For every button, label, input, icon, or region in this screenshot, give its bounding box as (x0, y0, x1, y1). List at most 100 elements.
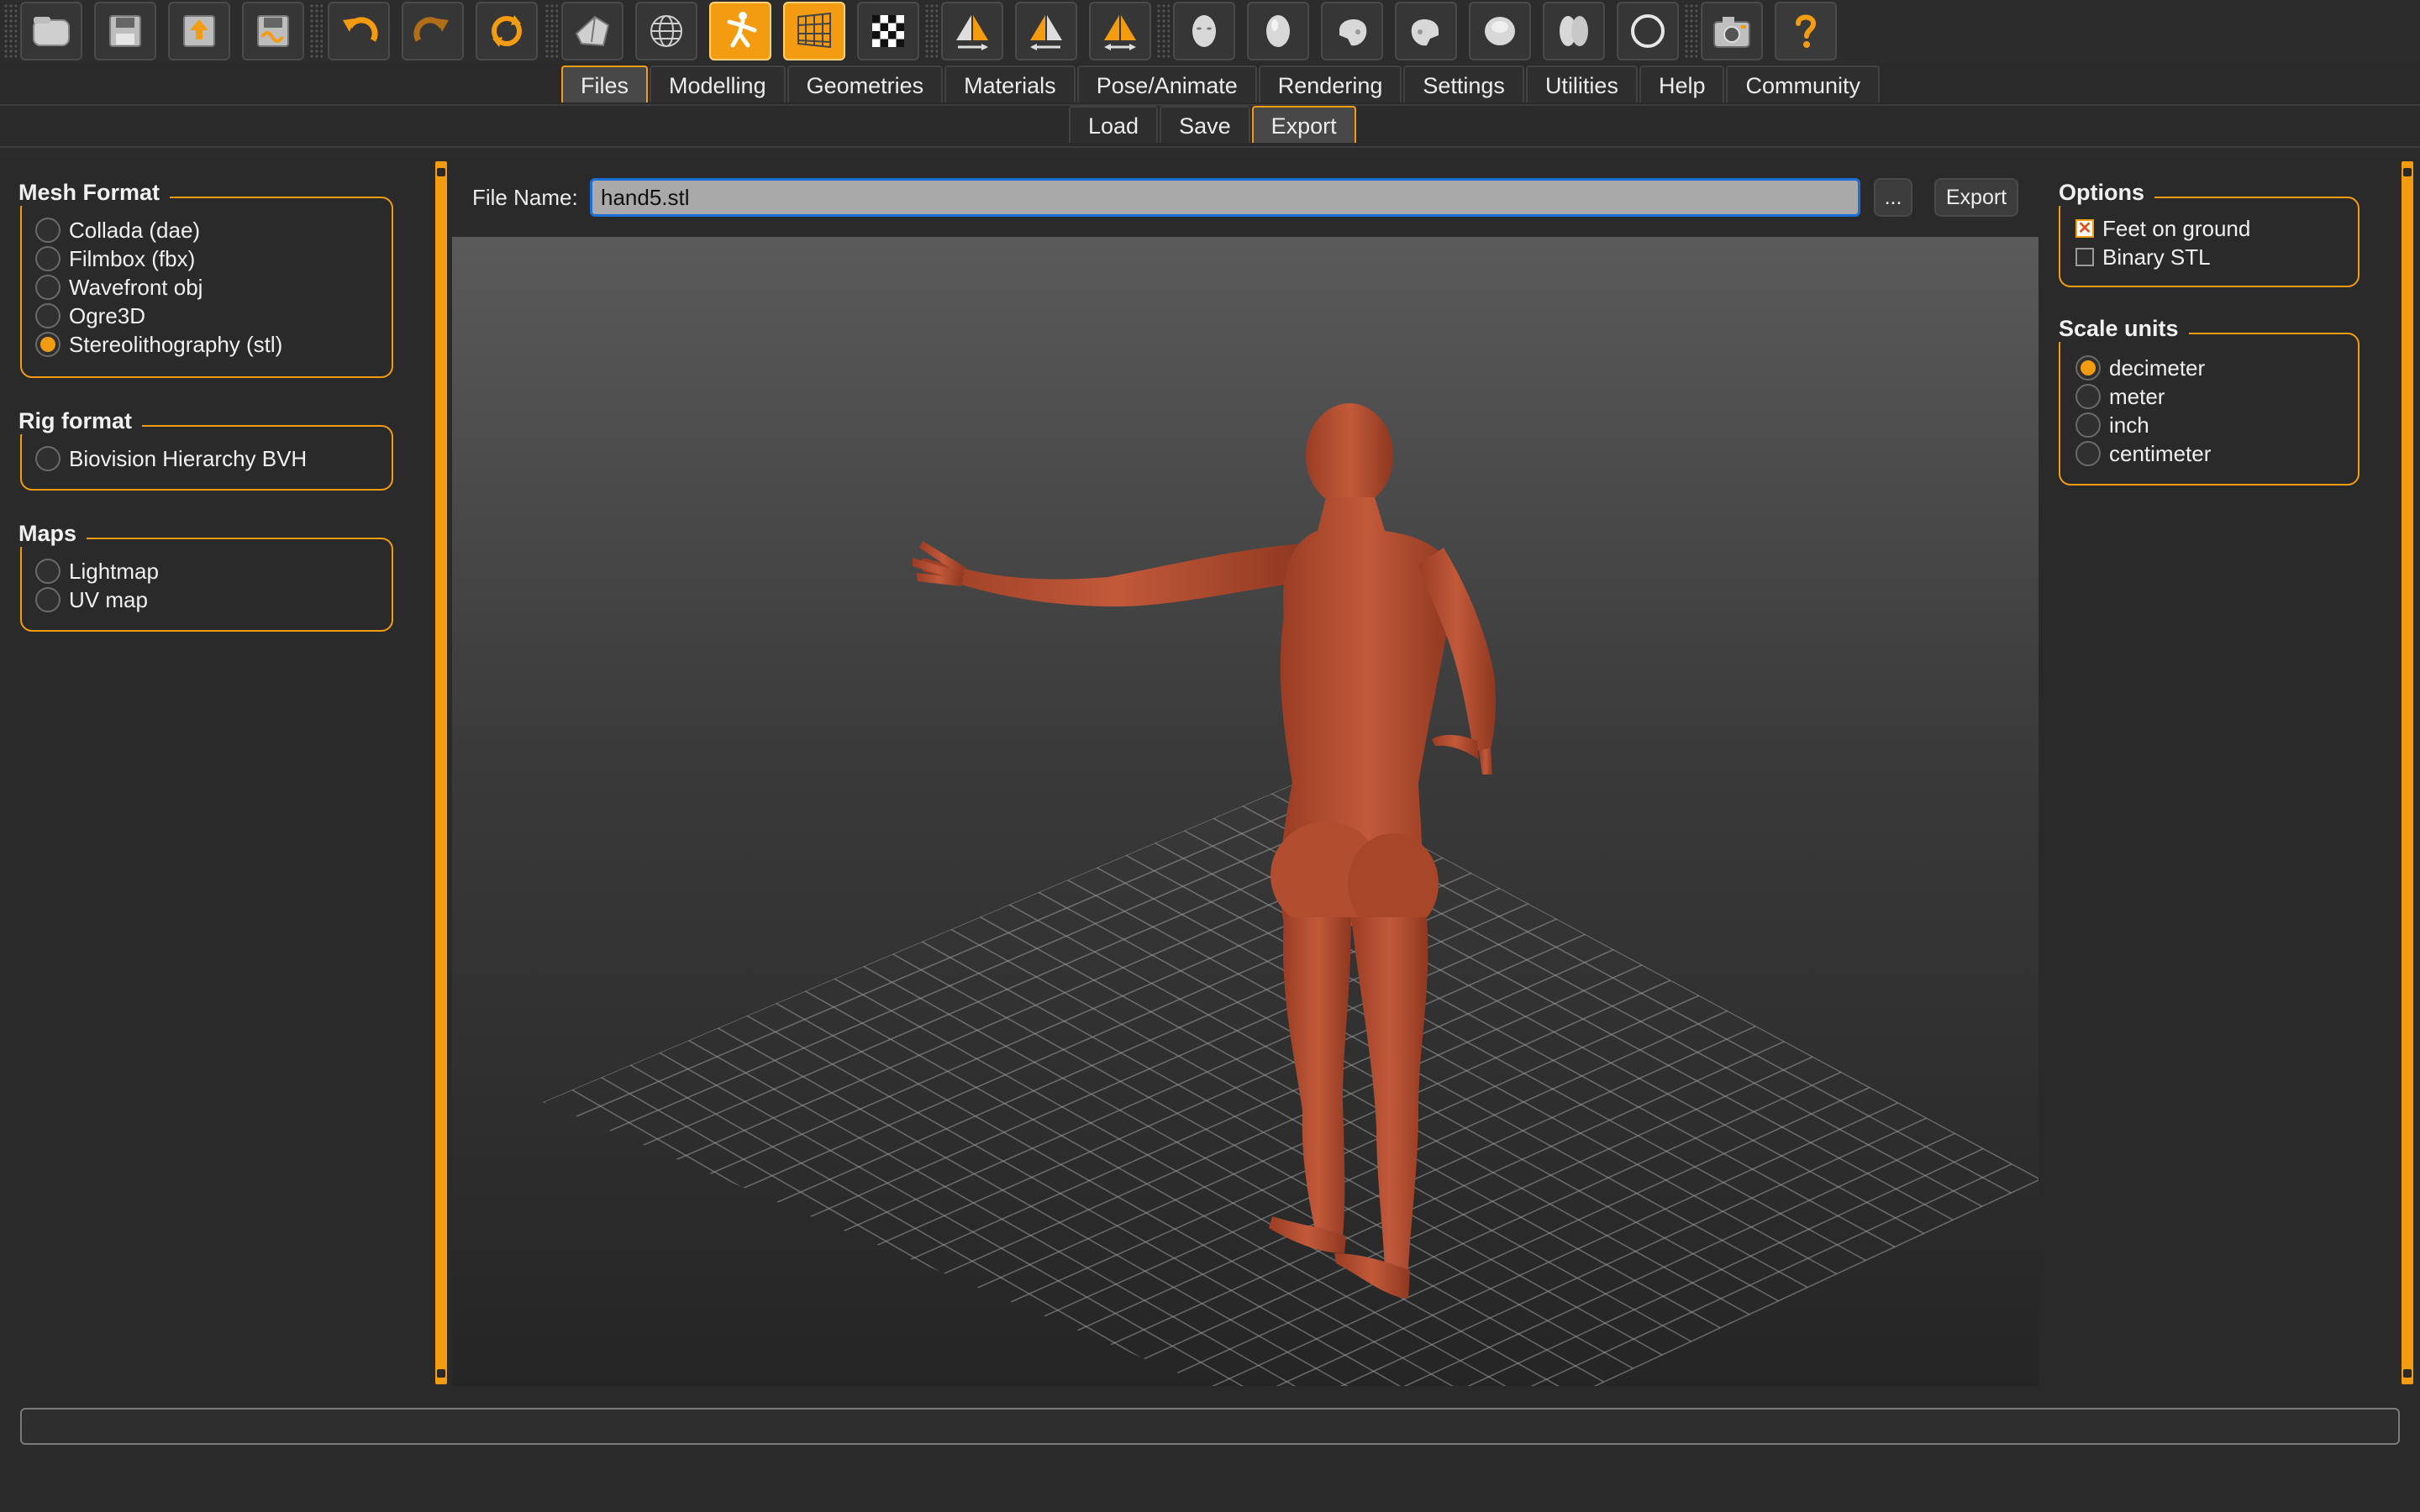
front-view-button[interactable] (1173, 2, 1235, 60)
symmetry-left-button[interactable] (1015, 2, 1077, 60)
pose-button[interactable] (709, 2, 771, 60)
map-option-lightmap[interactable]: Lightmap (35, 558, 159, 585)
mesh-option-collada[interactable]: Collada (dae) (35, 217, 200, 244)
toolbar-grip[interactable] (309, 3, 323, 59)
mesh-option-fbx[interactable]: Filmbox (fbx) (35, 245, 195, 272)
export-action-button[interactable]: Export (1934, 178, 2018, 217)
undo-icon (343, 17, 378, 42)
export-file-button[interactable] (242, 2, 304, 60)
top-view-icon (1485, 17, 1515, 45)
options-title: Options (2059, 180, 2154, 206)
toolbar-grip[interactable] (924, 3, 938, 59)
radio-button[interactable] (35, 446, 60, 471)
tab-pose-animate[interactable]: Pose/Animate (1076, 66, 1257, 102)
save-button[interactable] (94, 2, 156, 60)
file-name-label: File Name: (472, 185, 578, 210)
unit-option-decimeter[interactable]: decimeter (2075, 354, 2205, 381)
option-binary-stl[interactable]: Binary STL (2075, 244, 2211, 270)
right-view-button[interactable] (1395, 2, 1457, 60)
toolbar-grip[interactable] (1156, 3, 1170, 59)
mesh-option-ogre3d[interactable]: Ogre3D (35, 302, 145, 329)
background-grid-button[interactable] (783, 2, 845, 60)
tab-community[interactable]: Community (1726, 66, 1881, 102)
tab-geometries[interactable]: Geometries (786, 66, 944, 102)
radio-button[interactable] (35, 275, 60, 300)
toolbar-grip[interactable] (1684, 3, 1697, 59)
main-tab-bar: Files Modelling Geometries Materials Pos… (561, 66, 1881, 104)
subtabs-divider (0, 146, 2420, 160)
radio-button[interactable] (35, 303, 60, 328)
unit-option-centimeter[interactable]: centimeter (2075, 440, 2211, 467)
tab-modelling[interactable]: Modelling (650, 66, 786, 102)
redo-icon (413, 17, 449, 42)
redo-button[interactable] (402, 2, 464, 60)
option-feet-on-ground[interactable]: ✕ Feet on ground (2075, 215, 2250, 242)
reset-camera-icon (1631, 14, 1665, 48)
back-view-button[interactable] (1247, 2, 1309, 60)
splitter-handle (437, 168, 445, 176)
right-panel-splitter[interactable] (2402, 161, 2413, 1384)
top-view-button[interactable] (1469, 2, 1531, 60)
reset-icon (492, 15, 522, 47)
subtab-export[interactable]: Export (1251, 106, 1356, 143)
unit-option-inch[interactable]: inch (2075, 412, 2149, 438)
tab-materials[interactable]: Materials (944, 66, 1076, 102)
export-button[interactable] (168, 2, 230, 60)
option-label: UV map (69, 586, 148, 612)
toolbar-grip[interactable] (544, 3, 558, 59)
grid-line (1084, 1071, 1842, 1386)
toolbar-grip[interactable] (3, 3, 17, 59)
mesh-option-obj[interactable]: Wavefront obj (35, 274, 203, 301)
radio-button-selected[interactable] (2075, 355, 2101, 381)
radio-button-selected[interactable] (35, 332, 60, 357)
checkbox[interactable] (2075, 248, 2094, 266)
reset-camera-button[interactable] (1617, 2, 1679, 60)
checker-button[interactable] (857, 2, 919, 60)
wireframe-button[interactable] (635, 2, 697, 60)
tab-rendering[interactable]: Rendering (1258, 66, 1402, 102)
background-grid-icon (797, 12, 831, 49)
radio-button[interactable] (35, 246, 60, 271)
map-option-uv-map[interactable]: UV map (35, 586, 148, 613)
subtab-load[interactable]: Load (1069, 106, 1159, 143)
symmetry-right-button[interactable] (941, 2, 1003, 60)
radio-button[interactable] (35, 587, 60, 612)
option-label: meter (2109, 383, 2165, 409)
reset-button[interactable] (476, 2, 538, 60)
subtab-save[interactable]: Save (1160, 106, 1250, 143)
symmetry-both-button[interactable] (1089, 2, 1151, 60)
tab-files[interactable]: Files (561, 66, 649, 102)
human-model (913, 403, 1497, 1299)
3d-viewport[interactable] (452, 237, 2039, 1386)
mesh-option-stl[interactable]: Stereolithography (stl) (35, 331, 282, 358)
file-name-input[interactable] (590, 178, 1860, 217)
unit-option-meter[interactable]: meter (2075, 383, 2165, 410)
rig-option-bvh[interactable]: Biovision Hierarchy BVH (35, 445, 307, 472)
left-view-button[interactable] (1321, 2, 1383, 60)
screenshot-button[interactable] (1701, 2, 1763, 60)
radio-button[interactable] (2075, 412, 2101, 438)
checkbox-checked[interactable]: ✕ (2075, 219, 2094, 238)
symmetry-right-icon (956, 15, 988, 50)
bottom-view-button[interactable] (1543, 2, 1605, 60)
left-panel-splitter[interactable] (435, 161, 447, 1384)
browse-button[interactable]: ... (1874, 178, 1912, 217)
radio-button[interactable] (2075, 384, 2101, 409)
help-button[interactable] (1775, 2, 1837, 60)
splitter-handle (2403, 168, 2412, 176)
tab-utilities[interactable]: Utilities (1525, 66, 1638, 102)
maps-box (20, 538, 393, 632)
smooth-button[interactable] (561, 2, 623, 60)
tab-settings[interactable]: Settings (1403, 66, 1524, 102)
load-button[interactable] (20, 2, 82, 60)
grid-line (571, 1089, 1314, 1386)
option-label: Ogre3D (69, 302, 146, 328)
grid-line (629, 1064, 1372, 1386)
undo-button[interactable] (328, 2, 390, 60)
tab-help[interactable]: Help (1639, 66, 1725, 102)
grid-line (717, 1027, 1460, 1386)
radio-button[interactable] (35, 218, 60, 243)
radio-button[interactable] (2075, 441, 2101, 466)
radio-button[interactable] (35, 559, 60, 584)
option-label: Stereolithography (stl) (69, 331, 283, 357)
